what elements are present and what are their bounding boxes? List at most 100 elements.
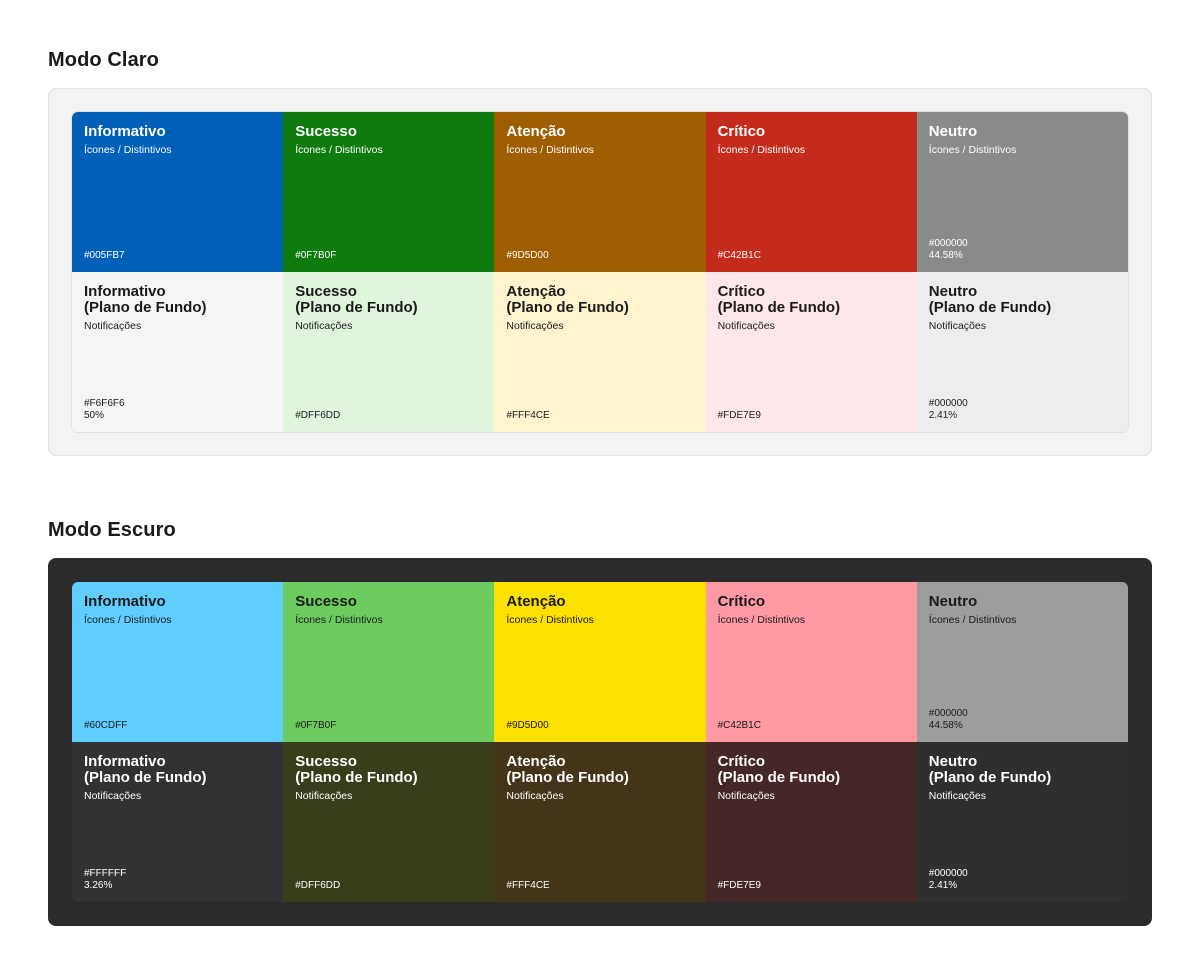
color-swatch: Informativo (Plano de Fundo) Notificações #… [72,742,284,902]
swatch-meta: #000000 44.58% [929,708,968,732]
swatch-title-line: Sucesso [295,123,357,140]
color-swatch: Atenção Ícones / Distintivos #9D5D00 [494,582,706,742]
swatch-meta: #60CDFF [84,720,127,732]
swatch-meta: #9D5D00 [506,720,548,732]
color-swatch: Sucesso Ícones / Distintivos #0F7B0F [283,582,495,742]
swatch-hex: #DFF6DD [295,410,341,421]
swatch-title: Sucesso [295,124,482,140]
swatch-hex: #C42B1C [717,250,761,261]
swatch-title-line: Atenção [506,593,566,610]
swatch-title: Atenção [506,594,693,610]
swatch-usage: Notificações [717,790,775,802]
color-swatch: Crítico (Plano de Fundo) Notificações #FDE7… [705,272,917,432]
swatch-meta: #FFFFFF 3.26% [84,868,126,892]
swatch-title: Neutro (Plano de Fundo) [929,754,1116,786]
swatch-meta: #FFF4CE [506,410,549,422]
swatch-hex: #0F7B0F [295,250,337,261]
swatch-usage: Ícones / Distintivos [506,144,594,156]
swatch-meta: #FFF4CE [506,880,549,892]
color-grid: Informativo Ícones / Distintivos #60CDFF Su… [72,582,1128,902]
swatch-opacity: 2.41% [928,880,958,891]
color-swatch: Crítico Ícones / Distintivos #C42B1C [705,582,917,742]
color-swatch: Crítico (Plano de Fundo) Notificações #FDE7… [705,742,917,902]
swatch-title-line: (Plano de Fundo) [84,299,207,316]
swatch-hex: #FDE7E9 [717,410,761,421]
swatch-meta: #DFF6DD [295,410,340,422]
swatch-title-line: (Plano de Fundo) [928,769,1052,786]
swatch-hex: #FDE7E9 [717,880,761,891]
swatch-hex: #DFF6DD [295,880,341,891]
swatch-title-line: (Plano de Fundo) [84,769,207,786]
swatch-meta: #9D5D00 [506,250,548,262]
swatch-title-line: (Plano de Fundo) [717,299,841,316]
swatch-title-line: (Plano de Fundo) [506,769,629,786]
swatch-title-line: Atenção [506,753,566,770]
swatch-title-line: Sucesso [295,753,357,770]
swatch-usage: Notificações [717,320,775,332]
color-swatch: Neutro Ícones / Distintivos #000000 44.58% [916,112,1128,272]
color-swatch: Sucesso Ícones / Distintivos #0F7B0F [283,112,495,272]
swatch-hex: #FFFFFF [84,868,127,879]
swatch-hex: #000000 [928,398,968,409]
color-swatch: Informativo (Plano de Fundo) Notificações #… [72,272,284,432]
swatch-title: Neutro [929,124,1116,140]
swatch-hex: #FFF4CE [506,410,550,421]
swatch-meta: #FDE7E9 [718,410,761,422]
swatch-title-line: Crítico [717,123,766,140]
swatch-title-line: Atenção [506,283,566,300]
swatch-usage: Notificações [295,320,353,332]
color-swatch: Sucesso (Plano de Fundo) Notificações #DFF6… [283,742,495,902]
swatch-meta: #F6F6F6 50% [84,398,125,422]
swatch-meta: #FDE7E9 [718,880,761,892]
swatch-usage: Notificações [506,790,564,802]
swatch-usage: Notificações [84,790,142,802]
swatch-title-line: Neutro [928,283,978,300]
swatch-meta: #C42B1C [718,720,761,732]
swatch-title: Crítico [718,594,905,610]
color-swatch: Crítico Ícones / Distintivos #C42B1C [705,112,917,272]
swatch-hex: #000000 [928,868,968,879]
swatch-title-line: Informativo [84,753,166,770]
swatch-title-line: Informativo [84,123,166,140]
swatch-title-line: Informativo [84,283,166,300]
swatch-hex: #FFF4CE [506,880,550,891]
swatch-hex: #9D5D00 [506,720,549,731]
swatch-usage: Ícones / Distintivos [717,614,806,626]
section-title-light: Modo Claro [48,49,159,71]
light-mode-panel: Informativo Ícones / Distintivos #005FB7 Su… [48,88,1152,456]
swatch-title-line: Crítico [717,593,766,610]
color-swatch: Atenção (Plano de Fundo) Notificações #FFF4… [494,742,706,902]
swatch-meta: #DFF6DD [295,880,340,892]
swatch-usage: Notificações [506,320,564,332]
swatch-title: Neutro (Plano de Fundo) [929,284,1116,316]
color-grid: Informativo Ícones / Distintivos #005FB7 Su… [72,112,1128,432]
color-swatch: Neutro (Plano de Fundo) Notificações #00000… [916,272,1128,432]
swatch-title: Informativo (Plano de Fundo) [84,754,271,786]
swatch-hex: #C42B1C [717,720,761,731]
swatch-title: Sucesso (Plano de Fundo) [295,284,482,316]
swatch-hex: #9D5D00 [506,250,549,261]
swatch-meta: #000000 44.58% [929,238,968,262]
swatch-title-line: (Plano de Fundo) [717,769,841,786]
swatch-usage: Notificações [928,790,986,802]
swatch-title-line: Neutro [928,753,978,770]
swatch-title: Crítico (Plano de Fundo) [718,754,905,786]
swatch-title-line: Informativo [84,593,166,610]
swatch-title-line: (Plano de Fundo) [506,299,629,316]
swatch-meta: #C42B1C [718,250,761,262]
color-swatch: Neutro (Plano de Fundo) Notificações #00000… [916,742,1128,902]
swatch-hex: #000000 [928,708,968,719]
swatch-usage: Ícones / Distintivos [84,144,172,156]
swatch-opacity: 44.58% [928,720,963,731]
swatch-title: Atenção [506,124,693,140]
swatch-hex: #000000 [928,238,968,249]
swatch-title-line: Sucesso [295,283,357,300]
color-swatch: Informativo Ícones / Distintivos #005FB7 [72,112,284,272]
swatch-opacity: 3.26% [84,880,113,891]
swatch-title: Atenção (Plano de Fundo) [506,284,693,316]
swatch-title-line: Neutro [928,123,978,140]
swatch-title: Crítico (Plano de Fundo) [718,284,905,316]
swatch-title-line: Atenção [506,123,566,140]
swatch-title: Crítico [718,124,905,140]
color-swatch: Atenção Ícones / Distintivos #9D5D00 [494,112,706,272]
